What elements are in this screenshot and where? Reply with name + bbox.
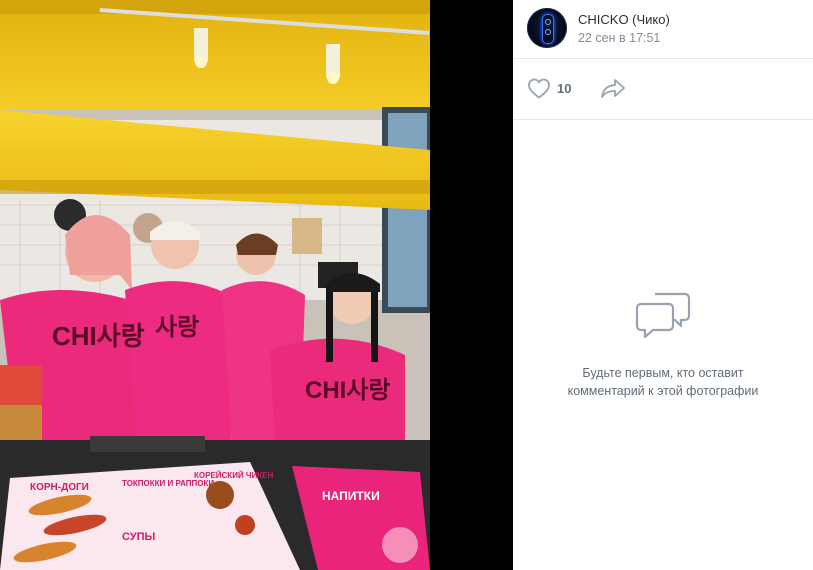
shirt-text-2: 사랑 bbox=[155, 314, 199, 341]
post-photo[interactable]: CHI사랑 사랑 CHI사랑 КОРН-ДОГИ ТОКПОККИ И РАПП… bbox=[0, 0, 430, 570]
photo-viewer: CHI사랑 사랑 CHI사랑 КОРН-ДОГИ ТОКПОККИ И РАПП… bbox=[0, 0, 813, 570]
post-author: CHICKO (Чико) 22 сен в 17:51 bbox=[513, 0, 813, 59]
shirt-text-3: CHI사랑 bbox=[305, 377, 391, 404]
photo-area[interactable]: CHI사랑 사랑 CHI사랑 КОРН-ДОГИ ТОКПОККИ И РАПП… bbox=[0, 0, 513, 570]
like-button[interactable]: 10 bbox=[527, 77, 571, 99]
share-button[interactable] bbox=[600, 77, 626, 99]
menu-item-3: КОРЕЙСКИЙ ЧИКЕН bbox=[194, 471, 274, 480]
like-count: 10 bbox=[557, 80, 572, 96]
menu-item-4: СУПЫ bbox=[122, 531, 156, 543]
share-arrow-icon bbox=[601, 79, 625, 98]
post-date-link[interactable]: 22 сен в 17:51 bbox=[578, 31, 660, 45]
heart-outline-icon bbox=[528, 78, 550, 99]
post-actions: 10 bbox=[513, 59, 813, 120]
menu-item-2: ТОКПОККИ И РАППОКИ bbox=[122, 479, 214, 488]
speech-bubbles-icon bbox=[635, 292, 691, 339]
author-name-link[interactable]: CHICKO (Чико) bbox=[578, 12, 670, 27]
menu-item-1: КОРН-ДОГИ bbox=[30, 482, 89, 493]
chicko-logo-icon bbox=[542, 14, 554, 44]
comments-empty-state: Будьте первым, кто оставит комментарий к… bbox=[513, 290, 813, 400]
photo-illustration: CHI사랑 사랑 CHI사랑 КОРН-ДОГИ ТОКПОККИ И РАПП… bbox=[0, 0, 430, 570]
empty-comments-text: Будьте первым, кто оставит комментарий к… bbox=[567, 366, 759, 398]
shirt-text-1: CHI사랑 bbox=[52, 321, 145, 351]
post-side-panel: CHICKO (Чико) 22 сен в 17:51 10 Будьте п bbox=[513, 0, 813, 570]
menu-item-5: НАПИТКИ bbox=[322, 489, 380, 503]
author-avatar[interactable] bbox=[527, 8, 567, 48]
